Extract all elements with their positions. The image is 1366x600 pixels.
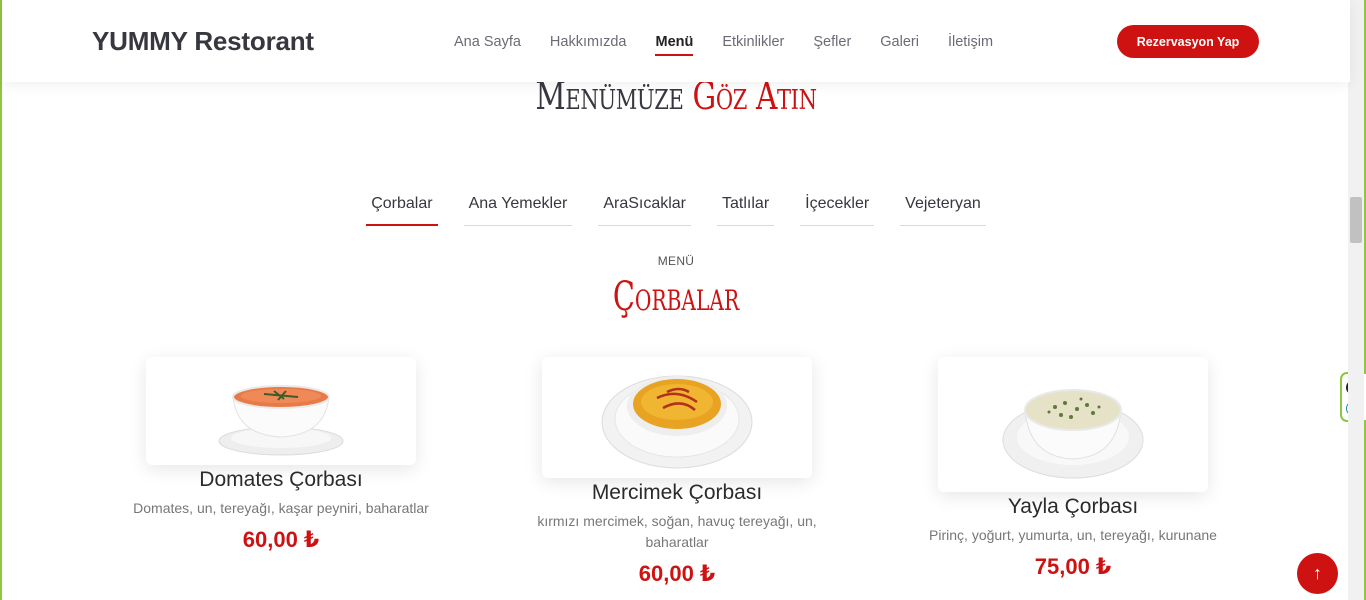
menu-item-image[interactable] — [542, 357, 812, 478]
yogurt-soup-image — [1002, 388, 1144, 478]
site-header: YUMMY Restorant Ana Sayfa Hakkımızda Men… — [2, 0, 1350, 82]
reservation-button[interactable]: Rezervasyon Yap — [1117, 25, 1259, 58]
nav-about[interactable]: Hakkımızda — [550, 34, 627, 56]
menu-item-card: Yayla Çorbası Pirinç, yoğurt, yumurta, u… — [903, 357, 1243, 580]
nav-gallery[interactable]: Galeri — [880, 34, 919, 56]
menu-item-price: 75,00 ₺ — [1034, 554, 1112, 579]
scrollbar[interactable] — [1348, 0, 1364, 600]
menu-item-name: Yayla Çorbası — [1007, 495, 1139, 518]
tab-drinks[interactable]: İçecekler — [800, 195, 875, 226]
nav-contact[interactable]: İletişim — [948, 34, 993, 56]
lentil-soup-image — [601, 375, 753, 468]
tomato-soup-image — [218, 385, 344, 456]
menu-item-desc: kırmızı mercimek, soğan, havuç tereyağı,… — [537, 513, 817, 550]
nav-home[interactable]: Ana Sayfa — [454, 34, 521, 56]
menu-item-desc: Pirinç, yoğurt, yumurta, un, tereyağı, k… — [929, 527, 1217, 543]
tab-main-dishes[interactable]: Ana Yemekler — [463, 195, 573, 226]
menu-item-price: 60,00 ₺ — [242, 527, 320, 552]
nav-chefs[interactable]: Şefler — [813, 34, 851, 56]
nav-events[interactable]: Etkinlikler — [722, 34, 784, 56]
menu-item-card: Mercimek Çorbası kırmızı mercimek, soğan… — [507, 357, 847, 587]
category-title: Çorbalar — [612, 274, 740, 320]
scrollbar-thumb[interactable] — [1350, 197, 1362, 243]
main-nav: Ana Sayfa Hakkımızda Menü Etkinlikler Şe… — [454, 34, 1022, 56]
tab-hot-starters[interactable]: AraSıcaklar — [598, 195, 692, 226]
tab-soups[interactable]: Çorbalar — [366, 195, 438, 226]
menu-item-name: Mercimek Çorbası — [591, 481, 763, 504]
brand-logo[interactable]: YUMMY Restorant — [92, 26, 314, 57]
menu-subtitle: MENÜ — [657, 254, 695, 268]
menu-item-price: 60,00 ₺ — [638, 561, 716, 586]
menu-tabs: Çorbalar Ana Yemekler AraSıcaklar Tatlıl… — [2, 195, 1350, 226]
scroll-top-button[interactable]: ↑ — [1297, 553, 1338, 594]
nav-menu[interactable]: Menü — [655, 34, 693, 56]
tab-vegetarian[interactable]: Vejeteryan — [900, 195, 986, 226]
menu-item-card: Domates Çorbası Domates, un, tereyağı, k… — [111, 357, 451, 553]
arrow-up-icon: ↑ — [1313, 563, 1322, 583]
menu-item-image[interactable] — [146, 357, 416, 465]
menu-item-image[interactable] — [938, 357, 1208, 492]
menu-item-name: Domates Çorbası — [199, 468, 363, 491]
menu-item-desc: Domates, un, tereyağı, kaşar peyniri, ba… — [133, 500, 429, 516]
tab-desserts[interactable]: Tatlılar — [717, 195, 775, 226]
